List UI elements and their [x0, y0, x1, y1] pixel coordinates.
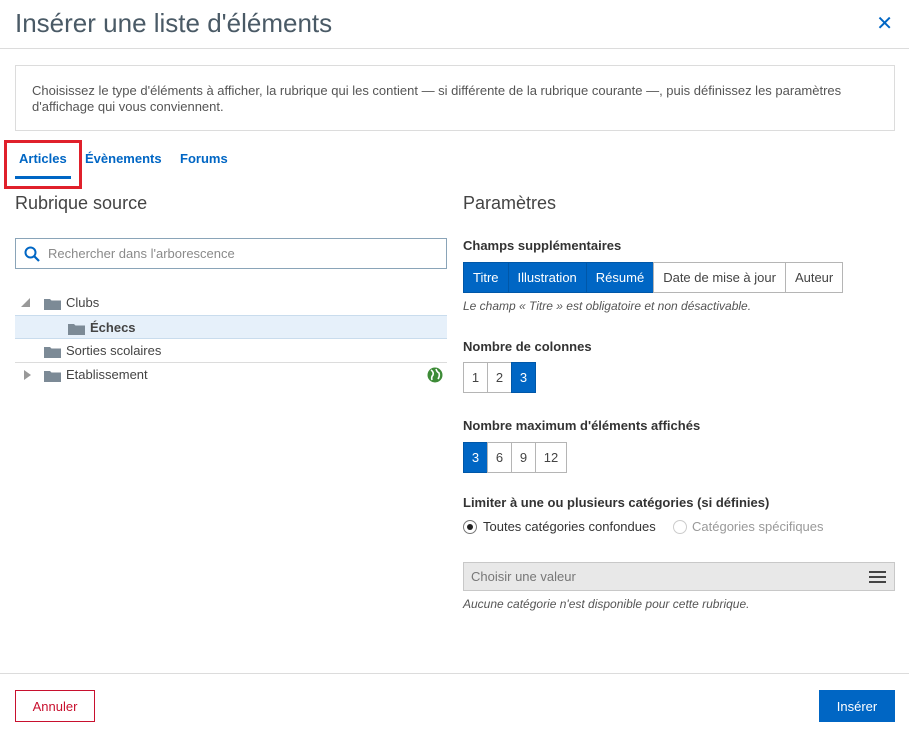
max-option-3[interactable]: 3 — [463, 442, 488, 473]
field-toggle-titre[interactable]: Titre — [463, 262, 509, 293]
categories-hint: Aucune catégorie n'est disponible pour c… — [463, 597, 750, 611]
field-toggle-illustration[interactable]: Illustration — [507, 262, 587, 293]
tab-evenements[interactable]: Évènements — [85, 151, 162, 166]
menu-icon — [869, 571, 886, 584]
insert-button[interactable]: Insérer — [819, 690, 895, 722]
insert-list-dialog: Insérer une liste d'éléments ✕ Choisisse… — [0, 0, 909, 736]
collapsed-triangle-icon[interactable] — [21, 363, 35, 387]
search-icon — [24, 246, 40, 262]
tab-forums[interactable]: Forums — [180, 151, 228, 166]
tree-item-clubs[interactable]: Clubs — [15, 291, 447, 315]
radio-all-categories[interactable] — [463, 520, 477, 534]
params-section-title: Paramètres — [463, 193, 557, 213]
tree-item-echecs[interactable]: Échecs — [15, 315, 447, 339]
columns-option-3[interactable]: 3 — [511, 362, 536, 393]
columns-toggle-group: 1 2 3 — [463, 362, 536, 393]
tree-item-sorties-scolaires[interactable]: Sorties scolaires — [15, 339, 447, 363]
field-toggle-date-mise-a-jour[interactable]: Date de mise à jour — [653, 262, 786, 293]
max-items-toggle-group: 3 6 9 12 — [463, 442, 567, 473]
fields-label: Champs supplémentaires — [463, 238, 622, 253]
folder-icon — [44, 347, 61, 358]
dialog-header: Insérer une liste d'éléments ✕ — [0, 0, 909, 49]
categories-label: Limiter à une ou plusieurs catégories (s… — [463, 495, 770, 510]
radio-specific-categories-label: Catégories spécifiques — [692, 519, 824, 534]
fields-hint: Le champ « Titre » est obligatoire et no… — [463, 299, 752, 313]
tree-search-input[interactable] — [48, 239, 443, 268]
columns-option-2[interactable]: 2 — [487, 362, 512, 393]
fields-toggle-group: Titre Illustration Résumé Date de mise à… — [463, 262, 844, 293]
folder-icon — [68, 324, 85, 335]
tree-item-etablissement[interactable]: Etablissement — [15, 363, 447, 387]
cancel-button[interactable]: Annuler — [15, 690, 95, 722]
tab-articles[interactable]: Articles — [15, 151, 71, 179]
columns-option-1[interactable]: 1 — [463, 362, 488, 393]
dialog-title: Insérer une liste d'éléments — [15, 8, 333, 38]
tree-item-label: Etablissement — [66, 367, 148, 382]
tree-item-label: Clubs — [66, 295, 100, 310]
radio-all-categories-label[interactable]: Toutes catégories confondues — [483, 519, 656, 534]
intro-text: Choisissez le type d'éléments à afficher… — [15, 65, 895, 131]
field-toggle-auteur[interactable]: Auteur — [784, 262, 844, 293]
max-option-9[interactable]: 9 — [511, 442, 536, 473]
dialog-footer — [0, 673, 909, 736]
tree-item-label: Sorties scolaires — [66, 343, 162, 358]
max-items-label: Nombre maximum d'éléments affichés — [463, 418, 701, 433]
tree-search — [15, 238, 447, 269]
folder-icon — [44, 371, 61, 382]
columns-label: Nombre de colonnes — [463, 339, 592, 354]
rubrique-tree: Clubs Échecs Sorties scolaires Etablisse… — [15, 291, 447, 387]
categories-select: Choisir une valeur — [463, 562, 895, 591]
max-option-12[interactable]: 12 — [535, 442, 567, 473]
source-section-title: Rubrique source — [15, 193, 148, 213]
globe-icon — [427, 367, 443, 383]
categories-select-placeholder: Choisir une valeur — [471, 569, 576, 584]
max-option-6[interactable]: 6 — [487, 442, 512, 473]
radio-specific-categories — [673, 520, 687, 534]
tree-item-label: Échecs — [90, 320, 136, 335]
close-icon[interactable]: ✕ — [876, 14, 893, 34]
field-toggle-resume[interactable]: Résumé — [585, 262, 655, 293]
folder-icon — [44, 299, 61, 310]
expanded-triangle-icon[interactable] — [18, 291, 32, 315]
